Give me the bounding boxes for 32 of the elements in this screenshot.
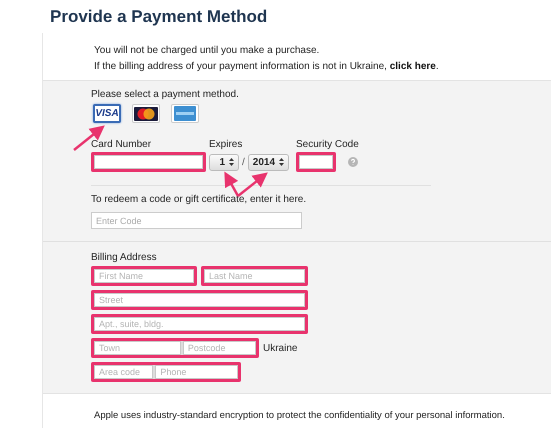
- click-here-link[interactable]: click here: [390, 61, 436, 72]
- input-field[interactable]: First Name: [94, 269, 194, 283]
- date-separator: /: [242, 156, 245, 168]
- input-field[interactable]: Postcode: [182, 341, 256, 355]
- amex-card-option[interactable]: [171, 104, 199, 123]
- mastercard-card-option[interactable]: [132, 104, 160, 123]
- redeem-prompt: To redeem a code or gift certificate, enter it here.: [91, 194, 306, 205]
- page-title: Provide a Payment Method: [49, 6, 268, 28]
- card-icon: [174, 106, 196, 121]
- expires-label: Expires: [209, 139, 242, 150]
- stepper-arrows-icon: [279, 158, 284, 166]
- notice-text: If the billing address of your payment information is not in Ukraine, click here.: [94, 60, 439, 74]
- billing-heading: Billing Address: [91, 252, 157, 263]
- circles-logo-icon: [134, 106, 158, 120]
- security-code-label: Security Code: [296, 139, 359, 150]
- card-number-label: Card Number: [91, 139, 152, 150]
- month-select[interactable]: 1: [209, 154, 239, 170]
- input-field[interactable]: Town: [94, 341, 181, 355]
- encryption-note: Apple uses industry-standard encryption to protect the confidentiality of your personal information.: [94, 410, 505, 421]
- payment-prompt: Please select a payment method.: [91, 89, 239, 100]
- help-icon[interactable]: [348, 157, 358, 167]
- input-field[interactable]: Street: [94, 293, 305, 307]
- stepper-arrows-icon: [229, 158, 234, 166]
- input-field[interactable]: Apt., suite, bldg.: [94, 317, 305, 331]
- visa-card-option[interactable]: VISA: [93, 104, 121, 123]
- notice-text: You will not be charged until you make a purchase.: [94, 44, 320, 58]
- input-field[interactable]: Phone: [155, 365, 238, 379]
- input-field[interactable]: Area code: [94, 365, 154, 379]
- year-select[interactable]: 2014: [248, 154, 290, 170]
- code-field[interactable]: Enter Code: [91, 212, 302, 229]
- country-text: Ukraine: [263, 342, 298, 354]
- input-field[interactable]: Last Name: [204, 269, 305, 283]
